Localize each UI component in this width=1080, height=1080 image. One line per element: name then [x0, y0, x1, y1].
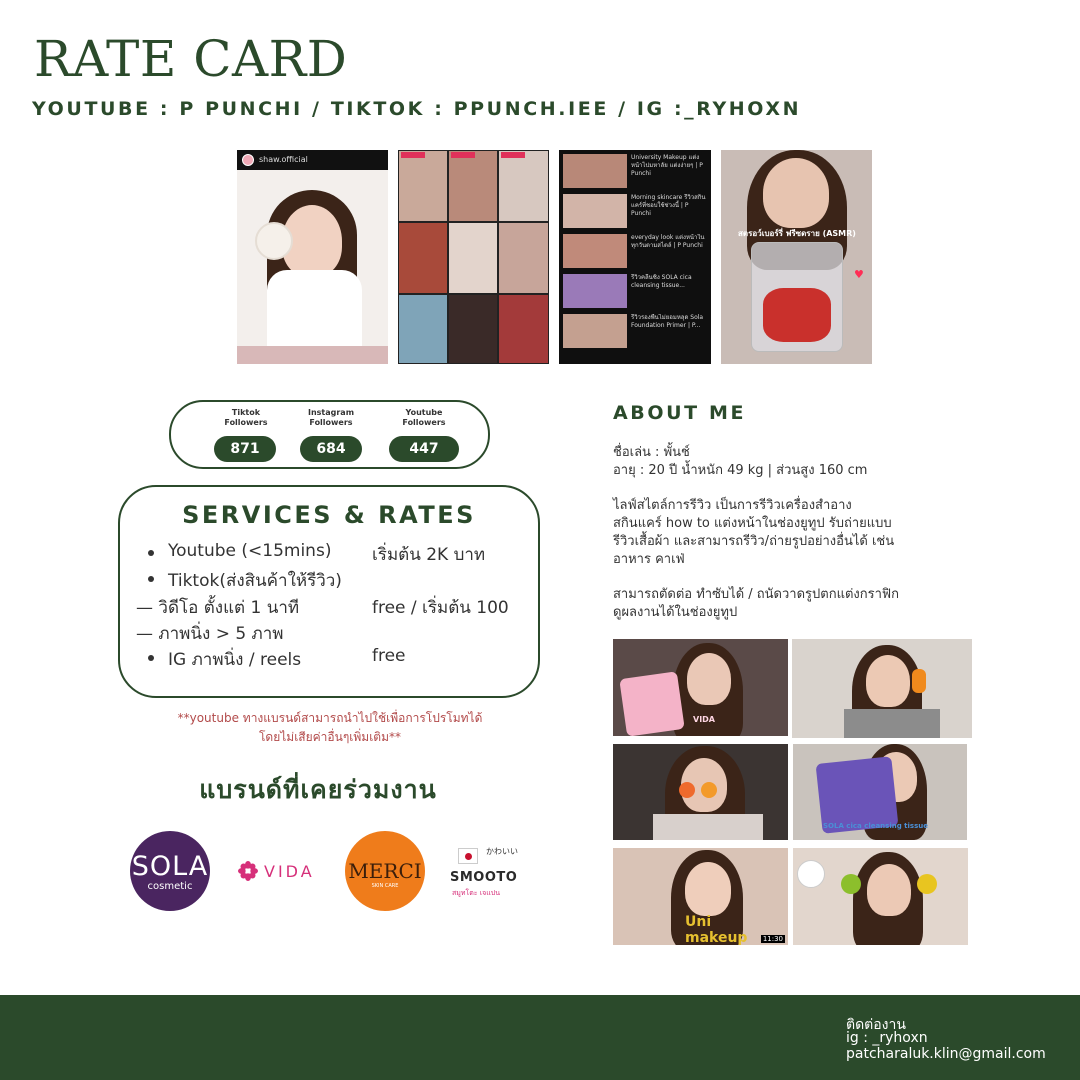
video-list-item: รีวิวรองพื้นไม่ยอมหลุด Sola Foundation P…	[563, 314, 707, 350]
about-description: อาหาร คาเฟ่	[613, 552, 685, 567]
gallery-image-youtube-list: University Makeup แต่งหน้าไปมหาลัย แต่งง…	[559, 150, 711, 364]
merci-logo: MERCI SKIN CARE	[345, 831, 425, 911]
about-heading: ABOUT ME	[613, 402, 747, 424]
service-item: Tiktok(ส่งสินค้าให้รีวิว)	[168, 571, 342, 591]
youtube-follower-count: 447	[389, 436, 459, 462]
follower-stat-instagram: Instagram Followers	[307, 408, 355, 427]
flower-icon	[238, 861, 258, 881]
tiktok-follower-count: 871	[214, 436, 276, 462]
gallery-image-instagram: shaw.official	[237, 150, 388, 364]
contact-email[interactable]: patcharaluk.klin@gmail.com	[846, 1046, 1046, 1062]
follower-stat-tiktok: Tiktok Followers	[224, 408, 268, 427]
social-handles: YOUTUBE : P PUNCHI / TIKTOK : PPUNCH.IEE…	[32, 98, 802, 120]
portfolio-thumbnail[interactable]: SOLA cica cleansing tissue	[793, 744, 967, 840]
services-rates-box: SERVICES & RATES Youtube (<15mins) เริ่ม…	[118, 485, 540, 698]
follower-stat-youtube: Youtube Followers	[402, 408, 446, 427]
about-skills: สามารถตัดต่อ ทำซับได้ / ถนัดวาดรูปตกแต่ง…	[613, 587, 899, 602]
about-description: สกินแคร์ how to แต่งหน้าในช่องยูทูป รับถ…	[613, 516, 892, 531]
instagram-follower-count: 684	[300, 436, 362, 462]
contact-instagram[interactable]: ig : _ryhoxn	[846, 1030, 928, 1046]
service-item: IG ภาพนิ่ง / reels	[168, 650, 302, 670]
followers-summary: Tiktok Followers 871 Instagram Followers 6…	[169, 400, 490, 469]
service-item: — ภาพนิ่ง > 5 ภาพ	[136, 624, 284, 644]
video-list-item: Morning skincare รีวิวสกินแคร์ที่ชอบใช้ช…	[563, 194, 707, 230]
bullet-icon	[148, 576, 154, 582]
smooto-logo: かわいい SMOOTO สมูทโตะ เจแปน	[450, 847, 518, 897]
japan-flag-icon	[458, 848, 478, 864]
service-item: Youtube (<15mins)	[168, 541, 332, 561]
video-list-item: everyday look แต่งหน้าในทุกวันตามสไตล์ |…	[563, 234, 707, 270]
video-caption: สตรอว์เบอร์รี่ ฟรีซดราย (ASMR)	[738, 229, 856, 238]
portfolio-thumbnail[interactable]	[793, 848, 968, 945]
vida-logo: VIDA	[238, 858, 315, 884]
service-rate: free / เริ่มต้น 100	[372, 598, 509, 618]
portfolio-thumbnail[interactable]	[613, 744, 788, 840]
video-list-item: รีวิวคลีนซิ่ง SOLA cica cleansing tissue…	[563, 274, 707, 310]
portfolio-thumbnail[interactable]: Uni makeup 11:30	[613, 848, 788, 945]
portfolio-thumbnail[interactable]	[792, 639, 972, 738]
page-title: RATE CARD	[34, 30, 348, 88]
service-rate: เริ่มต้น 2K บาท	[372, 545, 486, 565]
about-skills: ดูผลงานได้ในช่องยูทูป	[613, 605, 738, 620]
gallery-image-tiktok-grid	[398, 150, 549, 364]
account-name: shaw.official	[259, 155, 308, 164]
account-avatar	[242, 154, 254, 166]
service-item: — วิดีโอ ตั้งแต่ 1 นาที	[136, 598, 300, 618]
bullet-icon	[148, 655, 154, 661]
gallery-image-tiktok-video: สตรอว์เบอร์รี่ ฟรีซดราย (ASMR) ♥	[721, 150, 872, 364]
portfolio-thumbnail[interactable]: VIDA	[613, 639, 788, 736]
about-nickname: ชื่อเล่น : พั้นช์	[613, 445, 690, 460]
youtube-usage-note: **youtube ทางแบรนด์สามารถนำไปใช้เพื่อการ…	[177, 711, 483, 744]
about-stats: อายุ : 20 ปี น้ำหนัก 49 kg | ส่วนสูง 160…	[613, 463, 868, 478]
sola-logo: SOLA cosmetic	[130, 831, 210, 911]
services-title: SERVICES & RATES	[182, 501, 476, 529]
bullet-icon	[148, 550, 154, 556]
video-list-item: University Makeup แต่งหน้าไปมหาลัย แต่งง…	[563, 154, 707, 190]
service-rate: free	[372, 646, 406, 666]
instagram-header-bar: shaw.official	[237, 150, 388, 170]
like-icon: ♥	[854, 268, 864, 281]
contact-footer: ติดต่องาน ig : _ryhoxn patcharaluk.klin@…	[0, 995, 1080, 1080]
about-description: ไลฟ์สไตล์การรีวิว เป็นการรีวิวเครื่องสำอ…	[613, 498, 852, 513]
brands-heading: แบรนด์ที่เคยร่วมงาน	[199, 775, 437, 804]
about-description: รีวิวเสื้อผ้า และสามารถรีวิว/ถ่ายรูปอย่า…	[613, 534, 895, 549]
